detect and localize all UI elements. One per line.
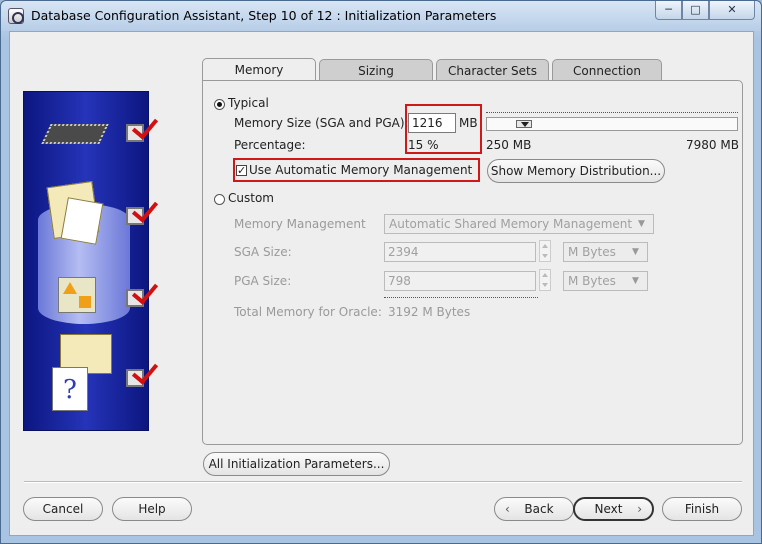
app-icon	[8, 8, 24, 24]
tab-memory[interactable]: Memory	[202, 58, 316, 82]
document-icon	[60, 197, 104, 245]
cancel-button[interactable]: Cancel	[23, 497, 103, 521]
window-title: Database Configuration Assistant, Step 1…	[31, 8, 497, 23]
chevron-down-icon: ▼	[632, 276, 639, 286]
sga-unit-select[interactable]: M Bytes ▼	[563, 242, 648, 262]
finish-button[interactable]: Finish	[662, 497, 742, 521]
side-illustration: ?	[23, 91, 159, 431]
tab-bar: Memory Sizing Character Sets Connection …	[202, 58, 665, 100]
sga-unit-value: M Bytes	[568, 245, 616, 259]
pga-size-label: PGA Size:	[234, 274, 292, 288]
sga-size-label: SGA Size:	[234, 245, 292, 259]
highlight-box	[233, 158, 480, 182]
percentage-value: 15 %	[408, 138, 439, 152]
minimize-button[interactable]: ─	[655, 1, 682, 20]
total-divider	[384, 297, 538, 298]
close-button[interactable]: ✕	[709, 1, 755, 20]
client-area: ? Memory Sizing Character Sets Connectio…	[9, 31, 754, 536]
shapes-icon	[58, 277, 96, 313]
maximize-button[interactable]: □	[682, 1, 709, 20]
show-memory-distribution-button[interactable]: Show Memory Distribution...	[487, 159, 665, 183]
dbca-window: Database Configuration Assistant, Step 1…	[0, 0, 762, 544]
slider-thumb[interactable]	[516, 120, 532, 128]
total-memory-label: Total Memory for Oracle:	[234, 305, 382, 319]
help-document-icon: ?	[52, 367, 88, 411]
window-controls: ─ □ ✕	[655, 1, 755, 20]
sga-size-spinner[interactable]	[539, 240, 551, 262]
help-button[interactable]: Help	[112, 497, 192, 521]
tab-sizing[interactable]: Sizing	[319, 59, 433, 81]
slider-max-label: 7980 MB	[686, 138, 739, 152]
pga-size-input[interactable]: 798	[384, 271, 536, 291]
all-initialization-parameters-button[interactable]: All Initialization Parameters...	[203, 452, 390, 476]
pga-size-spinner[interactable]	[539, 269, 551, 291]
pga-unit-value: M Bytes	[568, 274, 616, 288]
back-label: Back	[524, 502, 554, 516]
footer-separator	[24, 481, 742, 483]
pga-unit-select[interactable]: M Bytes ▼	[563, 271, 648, 291]
memory-slider[interactable]	[486, 117, 738, 131]
slider-min-label: 250 MB	[486, 138, 532, 152]
memory-management-value: Automatic Shared Memory Management	[389, 217, 633, 231]
memory-chip-icon	[41, 124, 109, 144]
typical-radio[interactable]	[214, 99, 225, 110]
typical-label: Typical	[228, 96, 269, 110]
chevron-down-icon: ▼	[632, 247, 639, 257]
back-button[interactable]: ‹ Back	[494, 497, 574, 521]
memory-size-label: Memory Size (SGA and PGA):	[234, 116, 409, 130]
memory-management-select[interactable]: Automatic Shared Memory Management ▼	[384, 214, 654, 234]
memory-panel: Typical Memory Size (SGA and PGA): 1216 …	[202, 80, 743, 445]
custom-radio[interactable]	[214, 194, 225, 205]
memory-management-label: Memory Management	[234, 217, 366, 231]
tab-character-sets[interactable]: Character Sets	[436, 59, 549, 81]
tab-connection-mode[interactable]: Connection Mode	[552, 59, 662, 100]
percentage-label: Percentage:	[234, 138, 306, 152]
chevron-down-icon: ▼	[638, 219, 645, 229]
custom-label: Custom	[228, 191, 274, 205]
chevron-left-icon: ‹	[505, 502, 510, 516]
sga-size-input[interactable]: 2394	[384, 242, 536, 262]
chevron-right-icon: ›	[637, 502, 642, 516]
title-bar[interactable]: Database Configuration Assistant, Step 1…	[1, 1, 761, 31]
total-memory-value: 3192 M Bytes	[388, 305, 471, 319]
next-label: Next	[594, 502, 623, 516]
slider-divider	[486, 112, 738, 113]
next-button[interactable]: Next ›	[573, 497, 654, 521]
